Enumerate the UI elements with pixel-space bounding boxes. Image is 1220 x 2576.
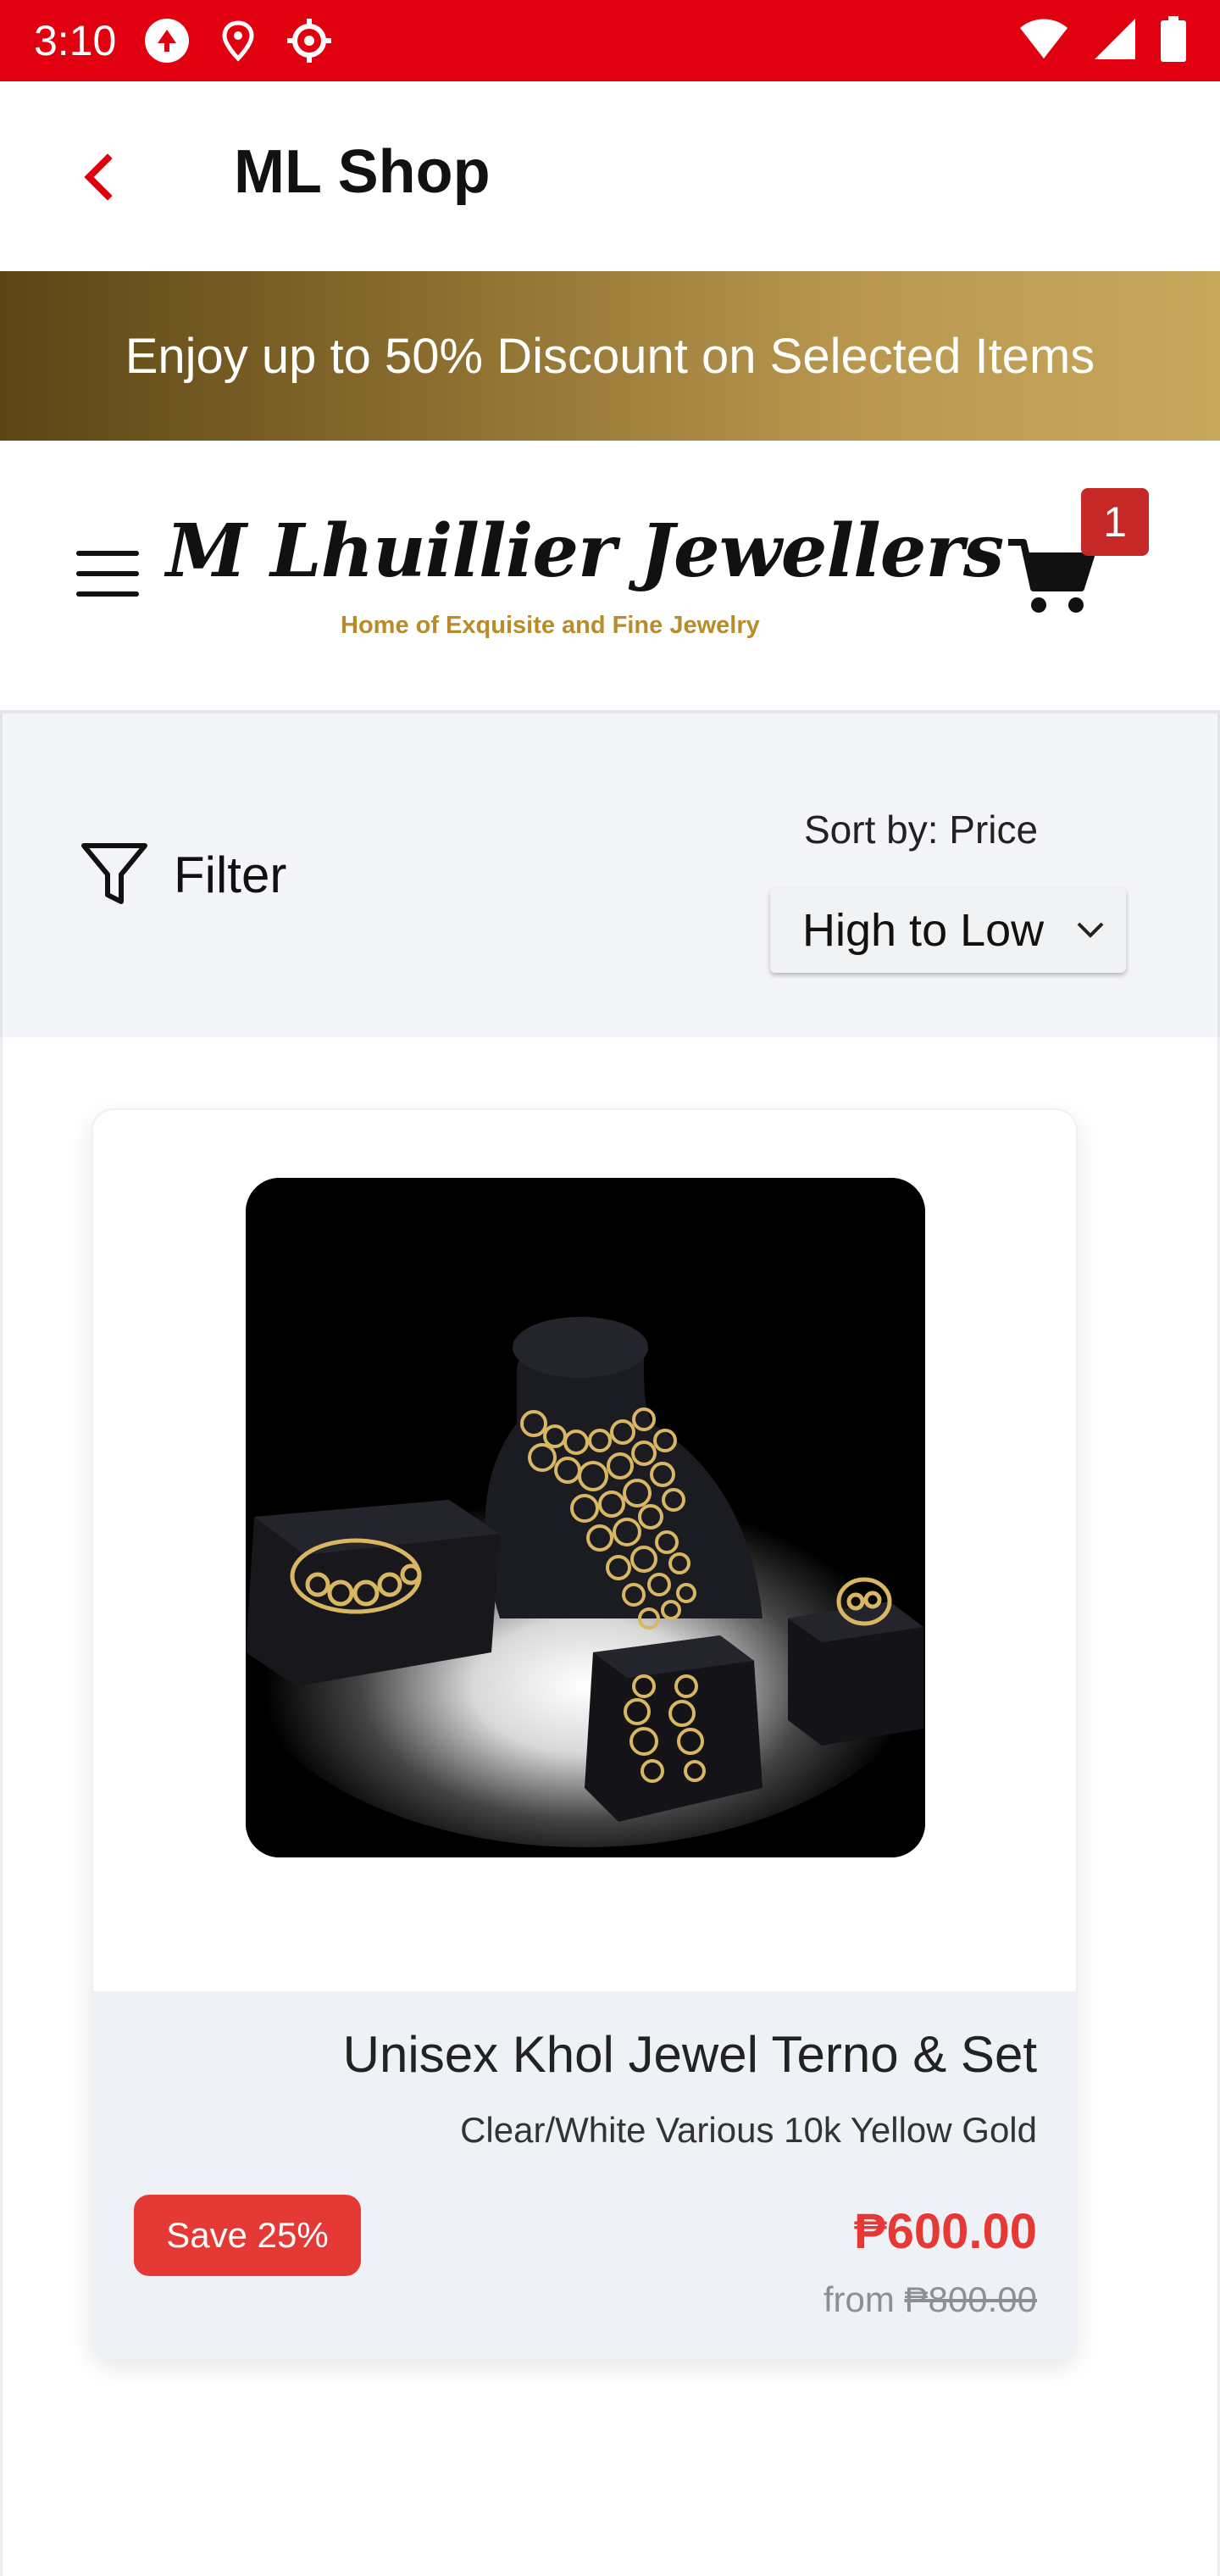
location-icon [213, 15, 263, 66]
signal-icon [1093, 17, 1137, 65]
cart-count-badge: 1 [1081, 488, 1149, 556]
product-subtitle: Clear/White Various 10k Yellow Gold [460, 2110, 1037, 2150]
product-image[interactable] [246, 1178, 925, 1857]
filter-icon [81, 843, 147, 904]
sort-select[interactable]: High to Low [770, 888, 1126, 973]
save-badge: Save 25% [134, 2195, 361, 2276]
promo-text: Enjoy up to 50% Discount on Selected Ite… [125, 328, 1095, 384]
product-price: ₱600.00 [853, 2204, 1037, 2259]
settings-icon [284, 15, 335, 66]
promo-banner[interactable]: Enjoy up to 50% Discount on Selected Ite… [0, 271, 1220, 441]
chevron-down-icon [1077, 922, 1104, 938]
app-title: ML Shop [234, 138, 491, 206]
from-prefix: from [823, 2279, 895, 2319]
back-button[interactable] [68, 147, 127, 207]
store-logo[interactable]: M Lhuillier Jewellers Home of Exquisite … [166, 508, 1004, 644]
wifi-icon [1018, 18, 1069, 64]
status-time: 3:10 [34, 17, 117, 64]
product-card[interactable]: Unisex Khol Jewel Terno & Set Clear/Whit… [92, 1108, 1078, 2359]
chevron-left-icon [84, 153, 113, 201]
filter-label: Filter [174, 846, 287, 903]
data-saver-icon [141, 15, 192, 66]
logo-tagline: Home of Exquisite and Fine Jewelry [341, 612, 760, 639]
logo-name: M Lhuillier Jewellers [166, 508, 1004, 594]
product-info: Unisex Khol Jewel Terno & Set Clear/Whit… [93, 1991, 1076, 2357]
app-bar: ML Shop [0, 81, 1220, 271]
status-bar: 3:10 [0, 0, 1220, 81]
sort-value: High to Low [802, 905, 1045, 956]
original-price: from ₱800.00 [824, 2279, 1037, 2320]
sort-label: Sort by: Price [804, 808, 1039, 852]
filter-button[interactable]: Filter [80, 841, 286, 908]
product-name[interactable]: Unisex Khol Jewel Terno & Set [343, 2025, 1037, 2084]
hamburger-menu-icon[interactable] [76, 551, 139, 598]
filter-sort-bar: Filter Sort by: Price High to Low [0, 713, 1220, 1037]
original-price-value: ₱800.00 [904, 2279, 1037, 2319]
battery-icon [1161, 15, 1186, 66]
jewelry-set-image [246, 1178, 925, 1857]
store-header: M Lhuillier Jewellers Home of Exquisite … [0, 441, 1220, 712]
